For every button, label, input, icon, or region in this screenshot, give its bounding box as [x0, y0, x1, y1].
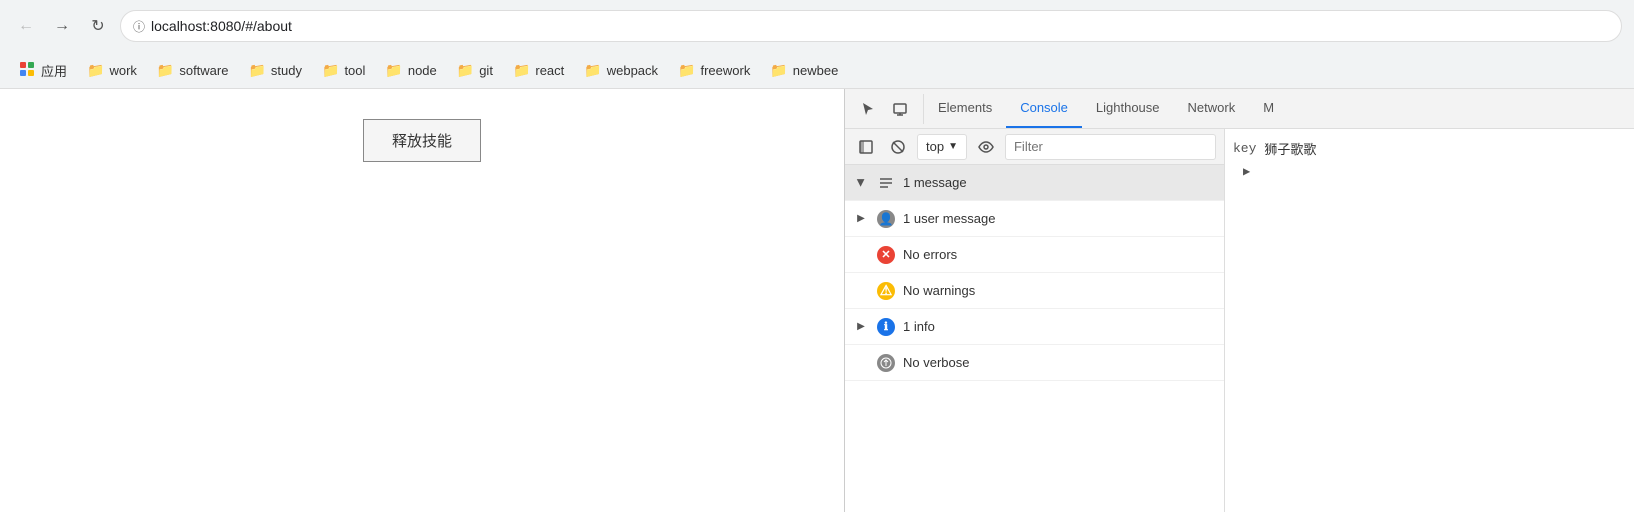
folder-icon: 📁 [678, 62, 695, 79]
page-content: 释放技能 [0, 89, 844, 512]
address-bar[interactable]: ⓘ localhost:8080/#/about [120, 10, 1622, 42]
expand-row: ▶ [1233, 164, 1626, 179]
folder-icon: 📁 [457, 62, 474, 79]
message-text: 1 message [903, 175, 1216, 190]
dropdown-arrow: ▼ [948, 141, 958, 152]
bookmark-label: freework [700, 63, 750, 78]
main-area: 释放技能 Elements [0, 89, 1634, 512]
release-button[interactable]: 释放技能 [363, 119, 481, 162]
reload-button[interactable]: ↻ [84, 12, 112, 40]
message-text: No verbose [903, 355, 1216, 370]
bookmark-label: tool [344, 63, 365, 78]
console-sidebar-button[interactable] [853, 134, 879, 160]
expand-arrow-icon[interactable]: ▶ [853, 175, 869, 191]
message-row-errors[interactable]: ▶ ✕ No errors [845, 237, 1224, 273]
devtools-tabs: Elements Console Lighthouse Network M [845, 89, 1634, 129]
bookmarks-bar: 应用 📁 work 📁 software 📁 study 📁 tool 📁 no… [0, 52, 1634, 88]
value-text: 狮子歌歌 [1264, 139, 1316, 158]
message-text: No errors [903, 247, 1216, 262]
context-label: top [926, 139, 944, 154]
inspect-element-button[interactable] [853, 94, 883, 124]
bookmark-webpack[interactable]: 📁 webpack [576, 59, 666, 82]
devtools-icon-group [845, 94, 924, 124]
url-text: localhost:8080/#/about [151, 18, 292, 34]
tab-elements[interactable]: Elements [924, 89, 1006, 128]
console-clear-button[interactable] [885, 134, 911, 160]
browser-chrome: ← → ↻ ⓘ localhost:8080/#/about 应用 📁 work… [0, 0, 1634, 89]
tab-console[interactable]: Console [1006, 89, 1082, 128]
folder-icon: 📁 [385, 62, 402, 79]
message-text: No warnings [903, 283, 1216, 298]
key-value-row: key 狮子歌歌 [1233, 137, 1626, 160]
console-toolbar: top ▼ [845, 129, 1224, 165]
device-mode-button[interactable] [885, 94, 915, 124]
tab-lighthouse[interactable]: Lighthouse [1082, 89, 1174, 128]
folder-icon: 📁 [157, 62, 174, 79]
info-icon: ℹ [877, 318, 895, 336]
context-selector[interactable]: top ▼ [917, 134, 967, 160]
tab-more[interactable]: M [1249, 89, 1288, 128]
bookmark-label: webpack [607, 63, 658, 78]
console-right-panel: key 狮子歌歌 ▶ [1225, 129, 1634, 512]
filter-input[interactable] [1005, 134, 1216, 160]
bookmark-study[interactable]: 📁 study [240, 59, 310, 82]
bookmark-label: newbee [793, 63, 839, 78]
bookmark-label: work [109, 63, 136, 78]
key-label: key [1233, 141, 1256, 156]
bookmark-react[interactable]: 📁 react [505, 59, 572, 82]
apps-grid-icon [20, 62, 36, 78]
message-text: 1 info [903, 319, 1216, 334]
bookmark-newbee[interactable]: 📁 newbee [762, 59, 846, 82]
user-icon: 👤 [877, 210, 895, 228]
expand-arrow-icon[interactable]: ▶ [853, 211, 869, 227]
bookmark-label: node [408, 63, 437, 78]
folder-icon: 📁 [770, 62, 787, 79]
bookmark-label: react [535, 63, 564, 78]
bookmark-work[interactable]: 📁 work [79, 59, 145, 82]
folder-icon: 📁 [322, 62, 339, 79]
eye-icon-button[interactable] [973, 134, 999, 160]
list-icon [877, 174, 895, 192]
devtools-panel: Elements Console Lighthouse Network M [844, 89, 1634, 512]
bookmark-node[interactable]: 📁 node [377, 59, 444, 82]
bookmark-git[interactable]: 📁 git [449, 59, 501, 82]
message-row-warnings[interactable]: ▶ ⚠ No warnings [845, 273, 1224, 309]
tab-network[interactable]: Network [1174, 89, 1250, 128]
info-icon: ⓘ [133, 18, 145, 35]
folder-icon: 📁 [248, 62, 265, 79]
devtools-body: top ▼ ▶ [845, 129, 1634, 512]
console-left-panel: top ▼ ▶ [845, 129, 1225, 512]
message-row-info[interactable]: ▶ ℹ 1 info [845, 309, 1224, 345]
cursor-icon [860, 101, 876, 117]
verbose-icon [877, 354, 895, 372]
bookmark-label: study [271, 63, 302, 78]
message-row-messages[interactable]: ▶ 1 message [845, 165, 1224, 201]
apps-label: 应用 [41, 61, 67, 80]
folder-icon: 📁 [584, 62, 601, 79]
warning-icon: ⚠ [877, 282, 895, 300]
clear-icon [891, 140, 905, 154]
back-button[interactable]: ← [12, 12, 40, 40]
bookmark-freework[interactable]: 📁 freework [670, 59, 758, 82]
chevron-right-icon[interactable]: ▶ [1241, 163, 1252, 181]
folder-icon: 📁 [513, 62, 530, 79]
bookmark-tool[interactable]: 📁 tool [314, 59, 373, 82]
message-text: 1 user message [903, 211, 1216, 226]
message-row-user[interactable]: ▶ 👤 1 user message [845, 201, 1224, 237]
bookmark-label: git [479, 63, 493, 78]
bookmark-software[interactable]: 📁 software [149, 59, 237, 82]
forward-button[interactable]: → [48, 12, 76, 40]
device-icon [892, 101, 908, 117]
apps-bookmark[interactable]: 应用 [12, 58, 75, 83]
sidebar-icon [859, 140, 873, 154]
bookmark-label: software [179, 63, 228, 78]
folder-icon: 📁 [87, 62, 104, 79]
message-row-verbose[interactable]: ▶ No verbose [845, 345, 1224, 381]
eye-icon [978, 141, 994, 153]
error-icon: ✕ [877, 246, 895, 264]
console-messages-list: ▶ 1 message ▶ 👤 [845, 165, 1224, 512]
browser-nav: ← → ↻ ⓘ localhost:8080/#/about [0, 0, 1634, 52]
expand-arrow-icon[interactable]: ▶ [853, 319, 869, 335]
